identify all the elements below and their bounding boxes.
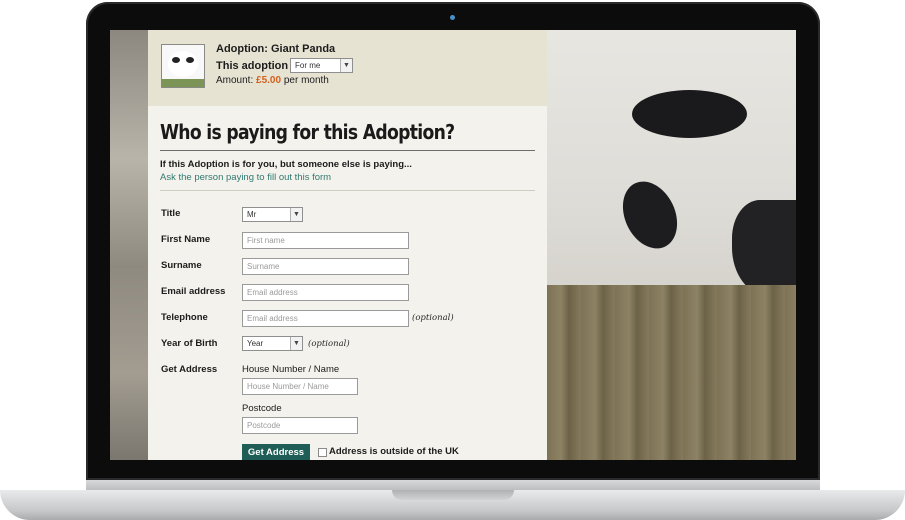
year-of-birth-select[interactable]: Year ▼ (242, 336, 303, 351)
adoption-summary: Adoption: Giant Panda This adoption is F… (148, 30, 547, 106)
chevron-down-icon: ▼ (290, 337, 302, 350)
house-number-input[interactable]: House Number / Name (242, 378, 358, 395)
panda-photo (547, 30, 796, 460)
chevron-down-icon: ▼ (290, 208, 302, 221)
amount-value: £5.00 (256, 75, 282, 86)
telephone-optional-note: (optional) (412, 313, 454, 323)
adoption-title: Adoption: Giant Panda (216, 43, 336, 55)
outside-uk-label: Address is outside of the UK (329, 446, 459, 457)
postcode-label: Postcode (242, 403, 282, 414)
surname-input[interactable]: Surname (242, 258, 409, 275)
adoption-for-value: For me (295, 61, 321, 70)
adoption-for-select[interactable]: For me ▼ (290, 58, 353, 73)
surname-label: Surname (161, 260, 202, 271)
amount-label: Amount: (216, 75, 254, 86)
get-address-button[interactable]: Get Address (242, 444, 310, 460)
telephone-label: Telephone (161, 312, 208, 323)
telephone-input[interactable]: Email address (242, 310, 409, 327)
chevron-down-icon: ▼ (340, 59, 352, 72)
house-number-label: House Number / Name (242, 364, 340, 375)
first-name-input[interactable]: First name (242, 232, 409, 249)
panda-eye-patch (632, 90, 747, 138)
amount-suffix: per month (283, 75, 329, 86)
adoption-for-label: This adoption is (216, 60, 301, 72)
email-input[interactable]: Email address (242, 284, 409, 301)
year-optional-note: (optional) (308, 339, 350, 349)
outside-uk-checkbox[interactable] (318, 448, 327, 457)
year-value: Year (247, 339, 264, 348)
title-value: Mr (247, 210, 257, 219)
laptop-notch (392, 490, 514, 500)
year-of-birth-label: Year of Birth (161, 338, 218, 349)
first-name-label: First Name (161, 234, 211, 245)
panda-thumbnail (161, 44, 205, 88)
ask-payer-link[interactable]: Ask the person paying to fill out this f… (160, 172, 331, 183)
payer-note: If this Adoption is for you, but someone… (160, 159, 412, 170)
amount-line: Amount: £5.00 per month (216, 75, 329, 86)
screen: Adoption: Giant Panda This adoption is F… (110, 30, 796, 460)
postcode-input[interactable]: Postcode (242, 417, 358, 434)
camera-icon (450, 15, 455, 20)
background-photo-left (110, 30, 148, 460)
title-label: Title (161, 208, 181, 219)
email-label: Email address (161, 286, 226, 297)
title-select[interactable]: Mr ▼ (242, 207, 303, 222)
divider (160, 190, 535, 191)
divider (160, 150, 535, 151)
get-address-label: Get Address (161, 364, 218, 375)
adoption-form-panel: Adoption: Giant Panda This adoption is F… (148, 30, 547, 460)
page-title: Who is paying for this Adoption? (160, 120, 455, 144)
panda-nose (612, 172, 688, 258)
panda-ear (732, 200, 796, 295)
wooden-log (547, 285, 796, 460)
